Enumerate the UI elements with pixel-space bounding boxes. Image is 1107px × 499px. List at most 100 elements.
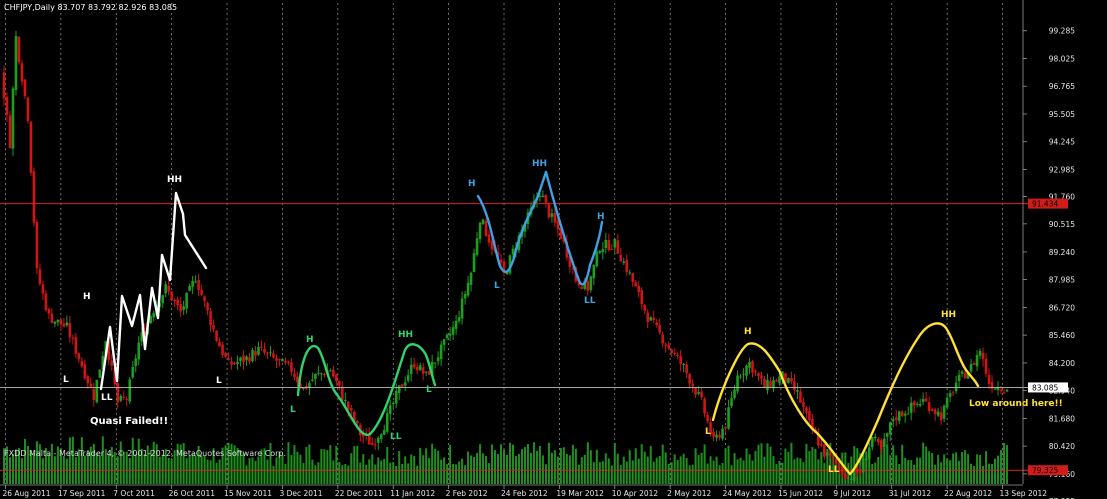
candle-body	[230, 361, 233, 365]
volume-bar	[248, 458, 251, 484]
volume-bar	[562, 447, 565, 484]
annotation-label: H	[83, 292, 91, 302]
candle-body	[454, 320, 458, 329]
candle-body	[879, 440, 883, 450]
candle-body	[173, 299, 176, 302]
volume-bar	[619, 465, 622, 484]
volume-bar	[191, 454, 194, 484]
volume-bar	[308, 444, 311, 484]
x-tick-label: 24 Feb 2012	[501, 489, 548, 498]
annotation-label: LL	[584, 296, 596, 306]
candle-body	[191, 280, 194, 287]
volume-bar	[245, 465, 248, 484]
candle-body	[987, 374, 991, 384]
volume-bar	[982, 465, 985, 484]
volume-bar	[359, 462, 362, 484]
volume-bar	[20, 458, 23, 484]
volume-bar	[1003, 442, 1006, 484]
candle-body	[152, 313, 156, 318]
x-tick-label: 10 Apr 2012	[612, 489, 659, 498]
candle-body	[592, 264, 596, 279]
volume-bar	[586, 442, 589, 484]
candle-body	[466, 282, 470, 296]
volume-bar	[392, 462, 395, 484]
candle-body	[736, 375, 739, 392]
volume-bar	[11, 454, 14, 484]
volume-bar	[784, 448, 787, 484]
candle-body	[311, 379, 314, 381]
volume-bar	[35, 441, 38, 484]
volume-bar	[934, 464, 937, 484]
candle-body	[760, 375, 763, 379]
candle-body	[999, 389, 1003, 391]
volume-bar	[634, 448, 637, 484]
candle-body	[960, 371, 964, 374]
candle-body	[993, 388, 997, 390]
price-chart[interactable]: HHHLLLLQuasi Failed!!HLHHLLLHHHHLLLHHHLL…	[0, 0, 1107, 499]
volume-bar	[41, 458, 44, 484]
candle-body	[601, 249, 605, 253]
volume-bar	[589, 450, 592, 484]
candle-body	[460, 298, 464, 319]
candle-body	[293, 373, 296, 377]
candle-body	[385, 413, 389, 432]
candle-body	[544, 194, 548, 203]
volume-bar	[925, 446, 928, 484]
candle-body	[939, 412, 943, 421]
volume-bar	[976, 454, 979, 484]
candle-body	[808, 411, 811, 421]
candle-body	[50, 313, 54, 323]
annotation-label: L	[290, 405, 296, 415]
candle-body	[469, 272, 473, 285]
candle-body	[329, 370, 332, 372]
volume-bar	[550, 452, 553, 484]
volume-bar	[479, 444, 482, 484]
volume-bar	[368, 459, 371, 484]
chart-info: CHFJPY,Daily 83.707 83.792 82.926 83.085	[4, 3, 177, 12]
candle-body	[248, 357, 251, 362]
candle-body	[478, 222, 482, 240]
candle-body	[598, 251, 602, 253]
candle-body	[212, 325, 215, 330]
candle-body	[47, 309, 51, 314]
candle-body	[763, 378, 766, 388]
volume-bar	[128, 458, 131, 484]
x-tick-label: 26 Oct 2011	[169, 489, 216, 498]
y-tick-label: 98.025	[1049, 54, 1075, 63]
volume-bar	[134, 454, 137, 484]
candle-body	[373, 444, 377, 446]
candle-body	[673, 352, 676, 354]
high-value: 83.792	[87, 3, 116, 12]
volume-bar	[727, 445, 730, 484]
x-tick-label: 26 Aug 2011	[2, 489, 50, 498]
candle-body	[706, 414, 709, 422]
volume-bar	[889, 455, 892, 484]
volume-bar	[419, 447, 422, 484]
volume-bar	[520, 449, 523, 484]
volume-bar	[682, 453, 685, 484]
candle-body	[873, 436, 877, 439]
volume-bar	[347, 465, 350, 484]
volume-bar	[718, 465, 721, 484]
volume-bar	[694, 448, 697, 484]
candle-body	[981, 352, 985, 359]
candle-body	[891, 419, 895, 422]
candle-body	[122, 396, 126, 398]
candle-body	[616, 240, 620, 254]
candle-body	[418, 365, 422, 371]
volume-bar	[407, 463, 410, 484]
volume-bar	[775, 463, 778, 484]
candle-body	[547, 203, 551, 218]
candle-body	[367, 434, 371, 445]
volume-bar	[613, 442, 616, 484]
candle-body	[655, 322, 659, 326]
candle-body	[888, 422, 892, 435]
volume-bar	[985, 451, 988, 484]
volume-bar	[808, 451, 811, 484]
volume-bar	[470, 455, 473, 484]
x-tick-label: 7 Oct 2011	[113, 489, 155, 498]
candle-body	[766, 379, 769, 391]
volume-bar	[742, 460, 745, 484]
candle-body	[128, 379, 132, 402]
x-tick-label: 13 Sep 2012	[1000, 489, 1048, 498]
